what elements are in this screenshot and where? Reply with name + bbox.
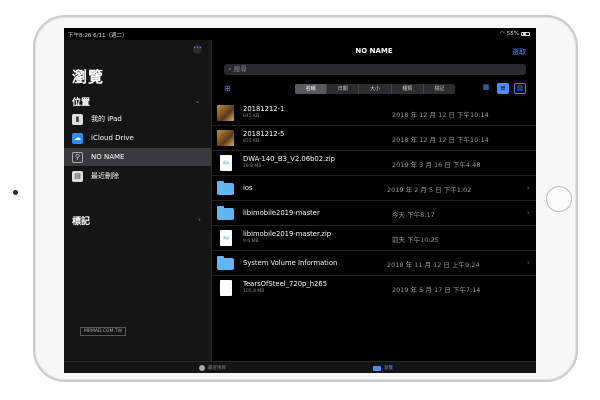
- file-browser: NO NAME 選取 ⌕ 搜尋 ⊞ 名稱 日期 大小 種類 標記 ▦ ≡ ▥ 2: [212, 40, 536, 361]
- tab-label: 瀏覽: [384, 366, 393, 371]
- table-row[interactable]: 20181212-5 855 KB 2018 年 12 月 12 日 下午10:…: [212, 126, 536, 151]
- tags-header[interactable]: 標記: [72, 214, 90, 227]
- home-button[interactable]: [546, 186, 572, 212]
- status-bar: 下午8:26 6/11（週二） ◠ 55%: [64, 28, 536, 40]
- file-name: DWA-140_B3_V2.06b02.zip: [243, 155, 335, 163]
- chevron-right-icon[interactable]: ›: [527, 258, 530, 267]
- sort-kind[interactable]: 種類: [392, 84, 424, 94]
- file-size: 845 KB: [243, 114, 260, 119]
- sidebar-item-icloud[interactable]: ☁ iCloud Drive: [64, 129, 211, 147]
- status-time: 下午8:26 6/11（週二）: [68, 33, 128, 39]
- table-row[interactable]: TearsOfSteel_720p_h265 105.8 MB 2019 年 5…: [212, 276, 536, 301]
- sidebar-item-label: NO NAME: [91, 153, 125, 161]
- file-size: 28.8 MB: [243, 164, 262, 169]
- chevron-right-icon[interactable]: ›: [527, 183, 530, 192]
- select-button[interactable]: 選取: [512, 47, 526, 57]
- usb-icon: ⚲: [72, 151, 83, 163]
- file-name: libimobile2019-master.zip: [243, 230, 332, 238]
- table-row[interactable]: ios 2019 年 2 月 5 日 下午1:02 ›: [212, 176, 536, 201]
- sort-control: 名稱 日期 大小 種類 標記: [295, 84, 455, 94]
- list-view-icon[interactable]: ≡: [497, 83, 509, 94]
- sidebar-item-no-name[interactable]: ⚲ NO NAME: [64, 148, 211, 166]
- page-title: NO NAME: [355, 47, 393, 55]
- zip-file-icon: zip: [220, 230, 232, 246]
- folder-icon: [217, 206, 234, 220]
- ipad-screen: 下午8:26 6/11（週二） ◠ 55% ••• 瀏覽 位置 ⌄ ▮ 我的 i…: [64, 28, 536, 373]
- sort-name[interactable]: 名稱: [295, 84, 328, 94]
- sidebar-item-label: iCloud Drive: [91, 134, 134, 142]
- front-camera: [13, 190, 18, 195]
- tab-label: 最近項目: [208, 366, 226, 371]
- file-date: 2019 年 3 月 16 日 下午4:48: [392, 161, 481, 169]
- search-input[interactable]: ⌕ 搜尋: [224, 64, 526, 75]
- more-icon[interactable]: •••: [193, 45, 202, 54]
- folder-icon: [373, 365, 381, 371]
- file-name: 20181212-5: [243, 130, 285, 138]
- zip-file-icon: zip: [220, 155, 232, 171]
- file-name: System Volume Information: [243, 259, 338, 267]
- file-date: 前天 下午10:25: [392, 236, 439, 244]
- battery-icon: [521, 31, 530, 37]
- grid-view-icon[interactable]: ▦: [480, 83, 492, 94]
- file-name: 20181212-1: [243, 105, 285, 113]
- battery-percent: 55%: [506, 31, 519, 37]
- file-date: 2019 年 2 月 5 日 下午1:02: [387, 186, 472, 194]
- tab-recents[interactable]: 最近項目: [199, 365, 226, 371]
- icloud-icon: ☁: [72, 132, 83, 144]
- ipad-icon: ▮: [72, 113, 83, 125]
- search-placeholder: 搜尋: [233, 65, 247, 73]
- table-row[interactable]: System Volume Information 2018 年 11 月 12…: [212, 251, 536, 276]
- table-row[interactable]: zip libimobile2019-master.zip 9.6 MB 前天 …: [212, 226, 536, 251]
- status-right: ◠ 55%: [500, 31, 530, 37]
- sort-date[interactable]: 日期: [327, 84, 360, 94]
- file-name: ios: [243, 184, 253, 192]
- watermark: MRMAD.COM.TW: [80, 327, 127, 336]
- file-date: 今天 下午8:17: [392, 211, 435, 219]
- file-name: TearsOfSteel_720p_h265: [243, 280, 328, 288]
- table-row[interactable]: libimobile2019-master 今天 下午8:17 ›: [212, 201, 536, 226]
- sidebar-item-my-ipad[interactable]: ▮ 我的 iPad: [64, 110, 211, 128]
- file-date: 2018 年 11 月 12 日 上午9:24: [387, 261, 480, 269]
- trash-icon: ▤: [72, 170, 83, 182]
- chevron-down-icon[interactable]: ⌄: [194, 96, 201, 105]
- image-thumbnail: [217, 130, 234, 146]
- sort-tags[interactable]: 標記: [424, 84, 455, 94]
- folder-icon: [217, 256, 234, 270]
- file-size: 9.6 MB: [243, 239, 259, 244]
- column-view-icon[interactable]: ▥: [514, 83, 526, 94]
- image-thumbnail: [217, 105, 234, 121]
- document-icon: [220, 280, 232, 296]
- file-name: libimobile2019-master: [243, 209, 320, 217]
- sidebar-item-label: 最近刪除: [91, 172, 119, 180]
- file-date: 2019 年 5 月 17 日 下午7:14: [392, 286, 481, 294]
- view-switcher: ▦ ≡ ▥: [480, 83, 526, 94]
- sidebar-item-label: 我的 iPad: [91, 115, 122, 123]
- file-size: 855 KB: [243, 139, 260, 144]
- new-folder-icon[interactable]: ⊞: [224, 84, 231, 93]
- locations-header[interactable]: 位置: [72, 95, 90, 108]
- wifi-icon: ◠: [499, 31, 505, 37]
- table-row[interactable]: 20181212-1 845 KB 2018 年 12 月 12 日 下午10:…: [212, 101, 536, 126]
- tab-browse[interactable]: 瀏覽: [373, 365, 393, 371]
- tab-bar: 最近項目 瀏覽: [64, 361, 536, 373]
- chevron-right-icon[interactable]: ›: [527, 208, 530, 217]
- file-list: 20181212-1 845 KB 2018 年 12 月 12 日 下午10:…: [212, 101, 536, 301]
- folder-icon: [217, 181, 234, 195]
- chevron-right-icon[interactable]: ›: [198, 215, 201, 224]
- sort-size[interactable]: 大小: [359, 84, 392, 94]
- toolbar: ⊞ 名稱 日期 大小 種類 標記 ▦ ≡ ▥: [212, 82, 536, 96]
- table-row[interactable]: zip DWA-140_B3_V2.06b02.zip 28.8 MB 2019…: [212, 151, 536, 176]
- sidebar-title: 瀏覽: [72, 68, 105, 86]
- file-size: 105.8 MB: [243, 289, 265, 294]
- clock-icon: [199, 365, 205, 371]
- sidebar: ••• 瀏覽 位置 ⌄ ▮ 我的 iPad ☁ iCloud Drive ⚲ N…: [64, 40, 212, 361]
- file-date: 2018 年 12 月 12 日 下午10:14: [392, 136, 489, 144]
- sidebar-item-recently-deleted[interactable]: ▤ 最近刪除: [64, 167, 211, 185]
- file-date: 2018 年 12 月 12 日 下午10:14: [392, 111, 489, 119]
